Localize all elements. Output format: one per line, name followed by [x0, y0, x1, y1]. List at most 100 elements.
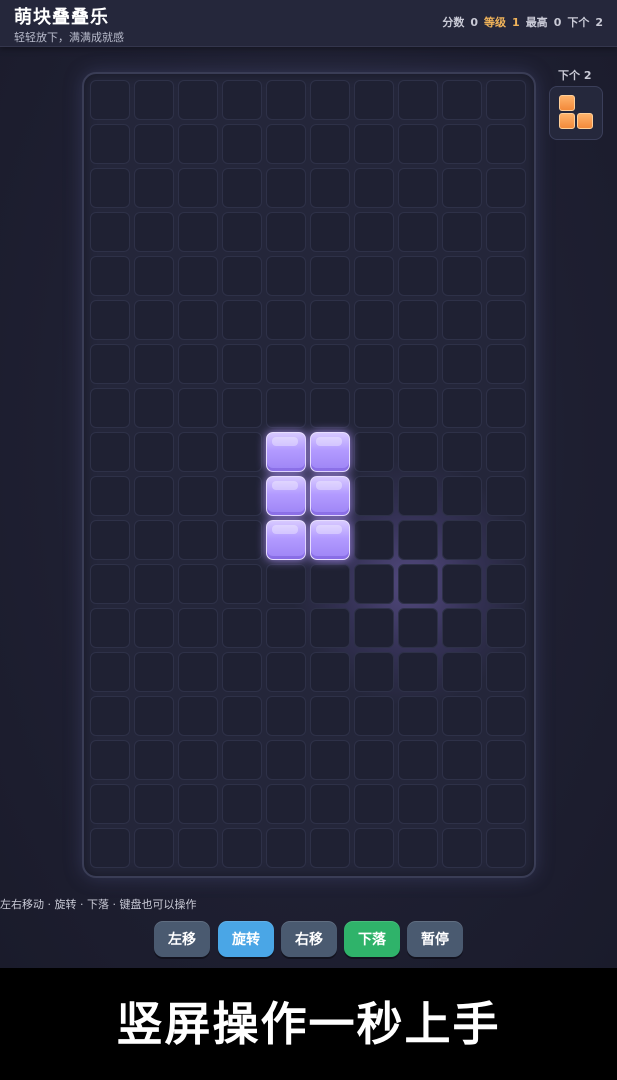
- board-cell: [486, 476, 526, 516]
- board-cell: [222, 520, 262, 560]
- board-cell: [222, 168, 262, 208]
- board-cell: [178, 696, 218, 736]
- board-cell: [178, 740, 218, 780]
- board-cell: [134, 432, 174, 472]
- stats-bar: 分数 0 等级 1 最高 0 下个 2: [442, 14, 603, 30]
- board-cell: [354, 212, 394, 252]
- board-cell: [266, 212, 306, 252]
- board-cell: [354, 608, 394, 648]
- board-cell: [398, 740, 438, 780]
- board-cell: [222, 124, 262, 164]
- best-label: 最高: [525, 16, 548, 29]
- board-cell: [486, 80, 526, 120]
- board-cell: [134, 80, 174, 120]
- board-cell: [310, 784, 350, 824]
- app-title: 萌块叠叠乐: [14, 7, 109, 28]
- best-value: 0: [553, 16, 562, 29]
- score-value: 0: [470, 16, 479, 29]
- next-piece-preview: [549, 86, 603, 140]
- drop-button[interactable]: 下落: [344, 921, 400, 957]
- board-cell: [442, 80, 482, 120]
- board-cell: [442, 168, 482, 208]
- board-cell: [222, 212, 262, 252]
- board-cell: [486, 212, 526, 252]
- board-cell: [442, 256, 482, 296]
- board-cell: [354, 520, 394, 560]
- board-cell: [178, 476, 218, 516]
- board-cell: [442, 784, 482, 824]
- board-cell: [398, 80, 438, 120]
- board-cell: [178, 168, 218, 208]
- board-cell: [178, 80, 218, 120]
- board-cell: [310, 388, 350, 428]
- board-cell: [90, 784, 130, 824]
- board-cell: [442, 388, 482, 428]
- board-cell: [398, 256, 438, 296]
- board-cell: [90, 168, 130, 208]
- board-cell: [266, 300, 306, 340]
- next-piece-block: [559, 95, 575, 111]
- board-cell: [486, 784, 526, 824]
- board-cell: [90, 300, 130, 340]
- board-cell: [178, 212, 218, 252]
- active-piece-block: [266, 520, 306, 560]
- rotate-button[interactable]: 旋转: [218, 921, 274, 957]
- board-cell: [178, 828, 218, 868]
- board-cell: [266, 696, 306, 736]
- board-cell: [222, 784, 262, 824]
- board-cell: [266, 652, 306, 692]
- board-cell: [310, 608, 350, 648]
- board-cell: [222, 696, 262, 736]
- board-cell: [442, 300, 482, 340]
- score-label: 分数: [442, 16, 465, 29]
- board-cell: [398, 696, 438, 736]
- game-board[interactable]: [82, 72, 536, 878]
- board-cell: [134, 476, 174, 516]
- board-cell: [354, 344, 394, 384]
- board-cell: [90, 432, 130, 472]
- board-cell: [442, 476, 482, 516]
- move-right-button[interactable]: 右移: [281, 921, 337, 957]
- board-cell: [310, 344, 350, 384]
- board-cell: [310, 124, 350, 164]
- board-cell: [178, 608, 218, 648]
- board-cell: [134, 564, 174, 604]
- board-cell: [266, 608, 306, 648]
- board-cell: [354, 300, 394, 340]
- board-cell: [178, 564, 218, 604]
- board-cell: [266, 168, 306, 208]
- board-cell: [486, 564, 526, 604]
- board-cell: [354, 80, 394, 120]
- board-cell: [354, 168, 394, 208]
- board-cell: [90, 256, 130, 296]
- board-cell: [442, 652, 482, 692]
- board-cell: [310, 256, 350, 296]
- board-cell: [134, 784, 174, 824]
- move-left-button[interactable]: 左移: [154, 921, 210, 957]
- board-cell: [222, 256, 262, 296]
- board-cell: [134, 740, 174, 780]
- next-piece-block: [577, 113, 593, 129]
- board-cell: [442, 212, 482, 252]
- active-piece-block: [266, 476, 306, 516]
- board-cell: [354, 476, 394, 516]
- board-cell: [178, 124, 218, 164]
- board-cell: [90, 828, 130, 868]
- app-subtitle: 轻轻放下，满满成就感: [14, 31, 124, 44]
- board-cell: [90, 652, 130, 692]
- board-cell: [398, 784, 438, 824]
- board-cell: [486, 652, 526, 692]
- board-cell: [90, 80, 130, 120]
- board-cell: [266, 256, 306, 296]
- board-cell: [222, 564, 262, 604]
- board-cell: [486, 740, 526, 780]
- board-cell: [266, 784, 306, 824]
- board-cell: [222, 828, 262, 868]
- pause-button[interactable]: 暂停: [407, 921, 463, 957]
- board-cell: [398, 168, 438, 208]
- board-cell: [222, 388, 262, 428]
- board-cell: [442, 564, 482, 604]
- board-cell: [442, 520, 482, 560]
- board-cell: [354, 388, 394, 428]
- game-screen: 萌块叠叠乐 轻轻放下，满满成就感 分数 0 等级 1 最高 0 下个 2 下个 2 左右移动 …: [0, 0, 617, 968]
